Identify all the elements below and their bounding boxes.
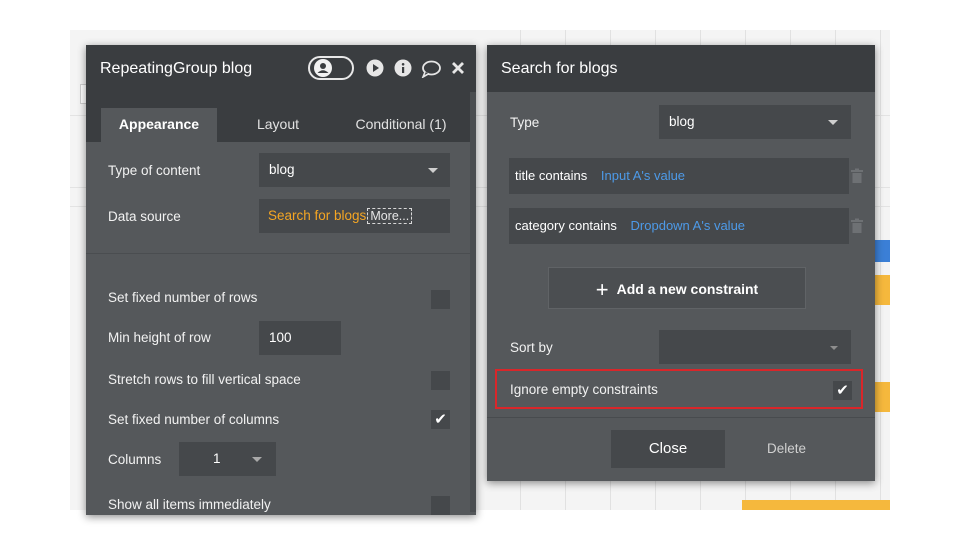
data-source-value: Search for blogs: [268, 208, 367, 223]
property-editor-panel: RepeatingGroup blog Appearance Layout Co…: [86, 45, 476, 515]
constraint-field: category contains: [515, 218, 617, 233]
tab-conditional[interactable]: Conditional (1): [338, 108, 464, 142]
add-constraint-label: Add a new constraint: [616, 281, 759, 297]
min-height-label: Min height of row: [108, 330, 211, 345]
canvas-element: [742, 500, 890, 510]
search-editor-panel: Search for blogs Type blog title contain…: [487, 45, 875, 481]
user-toggle-icon[interactable]: [308, 56, 354, 80]
panel-title: RepeatingGroup blog: [100, 60, 253, 77]
sort-by-dropdown[interactable]: [659, 330, 851, 364]
comment-icon[interactable]: [421, 60, 441, 83]
footer-divider: [487, 417, 875, 418]
panel-tabs: Appearance Layout Conditional (1): [86, 92, 476, 142]
plus-icon: +: [595, 277, 609, 302]
chevron-down-icon: [252, 457, 262, 462]
fixed-rows-label: Set fixed number of rows: [108, 290, 258, 305]
play-icon[interactable]: [366, 59, 384, 82]
checkmark-icon: ✔: [434, 411, 447, 428]
chevron-down-icon: [830, 346, 838, 350]
data-source-label: Data source: [108, 209, 181, 224]
delete-button[interactable]: Delete: [767, 441, 806, 456]
data-source-field[interactable]: Search for blogs More...: [259, 199, 450, 233]
type-of-content-dropdown[interactable]: blog: [259, 153, 450, 187]
min-height-input[interactable]: 100: [259, 321, 341, 355]
type-of-content-label: Type of content: [108, 163, 201, 178]
constraint-row[interactable]: category contains Dropdown A's value: [509, 208, 849, 244]
canvas-gridline: [880, 30, 881, 510]
columns-dropdown[interactable]: 1: [179, 442, 276, 476]
tab-appearance[interactable]: Appearance: [101, 108, 217, 142]
stretch-rows-label: Stretch rows to fill vertical space: [108, 372, 301, 387]
columns-value: 1: [213, 451, 221, 466]
type-dropdown[interactable]: blog: [659, 105, 851, 139]
checkmark-icon: ✔: [836, 382, 849, 399]
constraint-value[interactable]: Input A's value: [601, 168, 685, 183]
more-link[interactable]: More...: [367, 208, 413, 224]
constraint-field: title contains: [515, 168, 588, 183]
search-panel-title: Search for blogs: [501, 60, 618, 77]
type-label: Type: [510, 115, 540, 130]
constraint-value[interactable]: Dropdown A's value: [631, 218, 746, 233]
show-all-items-checkbox[interactable]: [431, 496, 450, 515]
info-icon[interactable]: [394, 59, 412, 82]
ignore-empty-checkbox[interactable]: ✔: [833, 381, 852, 400]
stretch-rows-checkbox[interactable]: [431, 371, 450, 390]
add-constraint-button[interactable]: + Add a new constraint: [548, 267, 806, 309]
chevron-down-icon: [828, 120, 838, 125]
chevron-down-icon: [428, 168, 438, 173]
columns-label: Columns: [108, 452, 162, 467]
ignore-empty-highlight: Ignore empty constraints ✔: [495, 369, 863, 409]
fixed-columns-checkbox[interactable]: ✔: [431, 410, 450, 429]
close-button[interactable]: Close: [611, 430, 725, 468]
min-height-value: 100: [269, 330, 292, 345]
constraint-row[interactable]: title contains Input A's value: [509, 158, 849, 194]
sort-by-label: Sort by: [510, 340, 553, 355]
ignore-empty-label: Ignore empty constraints: [510, 382, 658, 397]
close-icon[interactable]: [451, 61, 465, 80]
type-value: blog: [669, 114, 695, 129]
fixed-columns-label: Set fixed number of columns: [108, 412, 280, 427]
fixed-rows-checkbox[interactable]: [431, 290, 450, 309]
search-panel-header: Search for blogs: [487, 45, 875, 92]
panel-header: RepeatingGroup blog: [86, 45, 476, 92]
trash-icon[interactable]: [850, 168, 864, 189]
panel-scrollbar[interactable]: [470, 92, 476, 512]
type-of-content-value: blog: [269, 162, 295, 177]
show-all-items-label: Show all items immediately: [108, 497, 271, 512]
tab-layout[interactable]: Layout: [236, 108, 320, 142]
trash-icon[interactable]: [850, 218, 864, 239]
section-divider: [86, 253, 476, 254]
